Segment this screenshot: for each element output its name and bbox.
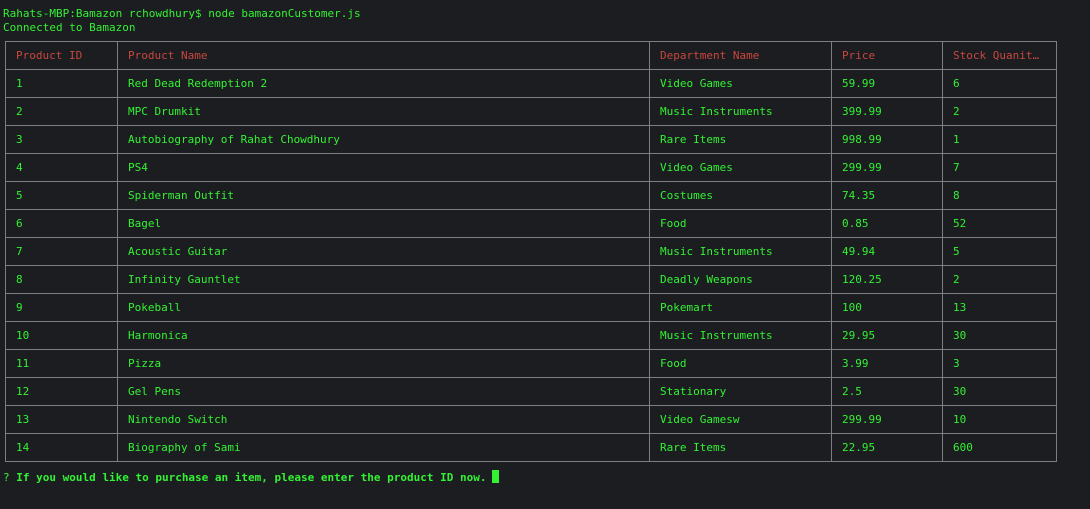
cell-product-id: 7	[5, 237, 118, 266]
cell-price: 399.99	[831, 97, 943, 126]
cell-price: 0.85	[831, 209, 943, 238]
table-row: 14 Biography of Sami Rare Items 22.95 600	[5, 433, 1057, 462]
cell-department-name: Food	[649, 349, 832, 378]
cell-product-name: Biography of Sami	[117, 433, 650, 462]
cell-department-name: Food	[649, 209, 832, 238]
cell-department-name: Video Gamesw	[649, 405, 832, 434]
cell-product-name: Red Dead Redemption 2	[117, 69, 650, 98]
cell-department-name: Video Games	[649, 69, 832, 98]
header-product-id: Product ID	[5, 41, 118, 70]
cell-stock-quantity: 7	[942, 153, 1057, 182]
cell-department-name: Costumes	[649, 181, 832, 210]
cell-department-name: Music Instruments	[649, 237, 832, 266]
cell-price: 998.99	[831, 125, 943, 154]
cell-price: 59.99	[831, 69, 943, 98]
cell-department-name: Deadly Weapons	[649, 265, 832, 294]
cell-product-name: MPC Drumkit	[117, 97, 650, 126]
table-row: 6 Bagel Food 0.85 52	[5, 209, 1057, 238]
table-row: 10 Harmonica Music Instruments 29.95 30	[5, 321, 1057, 350]
cell-price: 100	[831, 293, 943, 322]
prompt-text: If you would like to purchase an item, p…	[16, 471, 487, 484]
cell-department-name: Music Instruments	[649, 321, 832, 350]
cell-department-name: Music Instruments	[649, 97, 832, 126]
cell-product-name: Spiderman Outfit	[117, 181, 650, 210]
table-row: 9 Pokeball Pokemart 100 13	[5, 293, 1057, 322]
table-row: 5 Spiderman Outfit Costumes 74.35 8	[5, 181, 1057, 210]
cell-stock-quantity: 52	[942, 209, 1057, 238]
cell-price: 74.35	[831, 181, 943, 210]
cell-product-name: Pizza	[117, 349, 650, 378]
cell-product-id: 8	[5, 265, 118, 294]
cell-product-id: 6	[5, 209, 118, 238]
cell-price: 2.5	[831, 377, 943, 406]
cell-price: 29.95	[831, 321, 943, 350]
cell-product-name: Gel Pens	[117, 377, 650, 406]
header-product-name: Product Name	[117, 41, 650, 70]
cell-stock-quantity: 30	[942, 377, 1057, 406]
terminal-window[interactable]: Rahats-MBP:Bamazon rchowdhury$ node bama…	[0, 0, 1090, 509]
cell-stock-quantity: 30	[942, 321, 1057, 350]
cell-product-name: Acoustic Guitar	[117, 237, 650, 266]
cell-product-id: 3	[5, 125, 118, 154]
table-row: 8 Infinity Gauntlet Deadly Weapons 120.25 2	[5, 265, 1057, 294]
command-line: Rahats-MBP:Bamazon rchowdhury$ node bama…	[3, 7, 361, 20]
cell-product-name: Nintendo Switch	[117, 405, 650, 434]
cell-stock-quantity: 8	[942, 181, 1057, 210]
table-header-row: Product ID Product Name Department Name …	[5, 41, 1057, 70]
cell-department-name: Video Games	[649, 153, 832, 182]
products-table: Product ID Product Name Department Name …	[5, 41, 1057, 462]
table-row: 7 Acoustic Guitar Music Instruments 49.94 5	[5, 237, 1057, 266]
cell-stock-quantity: 5	[942, 237, 1057, 266]
cell-price: 49.94	[831, 237, 943, 266]
cell-price: 3.99	[831, 349, 943, 378]
cell-product-id: 12	[5, 377, 118, 406]
cell-price: 120.25	[831, 265, 943, 294]
cell-product-id: 13	[5, 405, 118, 434]
text-cursor[interactable]	[492, 470, 500, 483]
table-row: 4 PS4 Video Games 299.99 7	[5, 153, 1057, 182]
cell-department-name: Pokemart	[649, 293, 832, 322]
cell-stock-quantity: 2	[942, 265, 1057, 294]
header-stock-quantity: Stock Quanit…	[942, 41, 1057, 70]
purchase-prompt[interactable]: ? If you would like to purchase an item,…	[3, 470, 500, 484]
cell-product-name: Bagel	[117, 209, 650, 238]
cell-department-name: Rare Items	[649, 125, 832, 154]
cell-stock-quantity: 3	[942, 349, 1057, 378]
cell-product-id: 4	[5, 153, 118, 182]
cell-product-name: Infinity Gauntlet	[117, 265, 650, 294]
table-row: 13 Nintendo Switch Video Gamesw 299.99 10	[5, 405, 1057, 434]
cell-price: 299.99	[831, 153, 943, 182]
cell-stock-quantity: 6	[942, 69, 1057, 98]
table-row: 12 Gel Pens Stationary 2.5 30	[5, 377, 1057, 406]
cell-price: 22.95	[831, 433, 943, 462]
cell-product-id: 5	[5, 181, 118, 210]
cell-product-id: 9	[5, 293, 118, 322]
cell-product-name: Pokeball	[117, 293, 650, 322]
cell-stock-quantity: 13	[942, 293, 1057, 322]
cell-stock-quantity: 10	[942, 405, 1057, 434]
cell-stock-quantity: 600	[942, 433, 1057, 462]
cell-product-name: Autobiography of Rahat Chowdhury	[117, 125, 650, 154]
prompt-symbol: ?	[3, 471, 10, 484]
table-row: 3 Autobiography of Rahat Chowdhury Rare It…	[5, 125, 1057, 154]
cell-product-id: 11	[5, 349, 118, 378]
cell-stock-quantity: 1	[942, 125, 1057, 154]
cell-product-id: 10	[5, 321, 118, 350]
cell-product-id: 14	[5, 433, 118, 462]
cell-product-name: PS4	[117, 153, 650, 182]
table-row: 2 MPC Drumkit Music Instruments 399.99 2	[5, 97, 1057, 126]
cell-price: 299.99	[831, 405, 943, 434]
cell-department-name: Rare Items	[649, 433, 832, 462]
table-row: 11 Pizza Food 3.99 3	[5, 349, 1057, 378]
cell-product-id: 1	[5, 69, 118, 98]
connection-status: Connected to Bamazon	[3, 21, 136, 34]
cell-product-id: 2	[5, 97, 118, 126]
cell-department-name: Stationary	[649, 377, 832, 406]
cell-product-name: Harmonica	[117, 321, 650, 350]
cell-stock-quantity: 2	[942, 97, 1057, 126]
table-row: 1 Red Dead Redemption 2 Video Games 59.99 6	[5, 69, 1057, 98]
header-department-name: Department Name	[649, 41, 832, 70]
header-price: Price	[831, 41, 943, 70]
